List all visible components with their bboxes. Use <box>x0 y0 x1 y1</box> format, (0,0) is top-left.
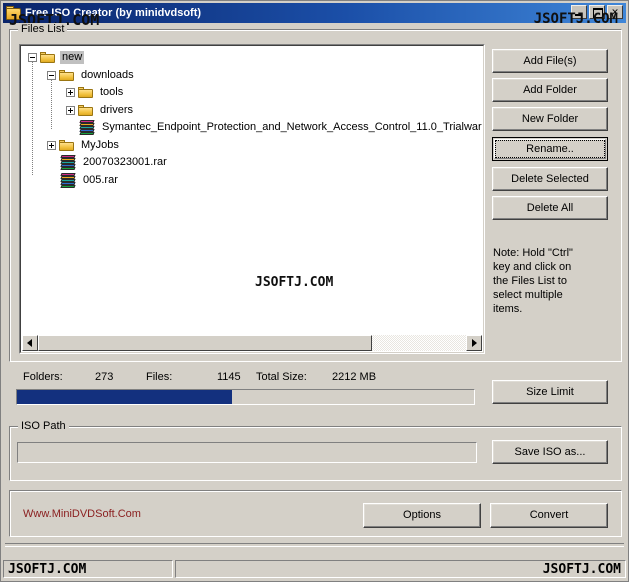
folder-icon <box>40 51 56 64</box>
iso-path-label: ISO Path <box>18 420 69 432</box>
delete-all-button[interactable]: Delete All <box>492 196 608 220</box>
application-window: Free ISO Creator (by minidvdsoft) ✕ JSOF… <box>0 0 629 582</box>
files-list-label: Files List <box>18 23 68 35</box>
tree-item[interactable]: drivers <box>66 102 135 119</box>
status-separator <box>5 543 624 547</box>
tree-connector-line <box>32 60 33 175</box>
save-iso-as-button[interactable]: Save ISO as... <box>492 440 608 464</box>
archive-rar-icon <box>79 120 96 135</box>
expand-plus-icon[interactable] <box>66 88 75 97</box>
folder-icon <box>78 104 94 117</box>
tree-item-label: Symantec_Endpoint_Protection_and_Network… <box>102 121 482 133</box>
tree-item-label: 20070323001.rar <box>83 156 167 168</box>
delete-selected-button[interactable]: Delete Selected <box>492 167 608 191</box>
status-panel-left: JSOFTJ.COM <box>3 560 173 578</box>
tree-item-label: downloads <box>81 68 134 81</box>
expand-plus-icon[interactable] <box>66 105 75 115</box>
minimize-button[interactable] <box>571 5 587 19</box>
tree-item-label: tools <box>100 86 124 98</box>
options-button[interactable]: Options <box>363 503 481 528</box>
folder-icon <box>78 86 94 99</box>
iso-path-input[interactable] <box>17 442 477 463</box>
total-size-label: Total Size: <box>256 371 307 383</box>
maximize-button[interactable] <box>589 5 605 19</box>
folders-label: Folders: <box>23 371 63 383</box>
tree-item[interactable]: new <box>28 49 85 66</box>
window-title: Free ISO Creator (by minidvdsoft) <box>25 7 202 19</box>
convert-button[interactable]: Convert <box>490 503 608 528</box>
tree-item[interactable]: 20070323001.rar <box>47 154 169 171</box>
rename-button-label: Rename.. <box>526 143 574 155</box>
scroll-right-arrow-icon[interactable] <box>466 335 482 351</box>
horizontal-scrollbar[interactable] <box>22 335 482 351</box>
scrollbar-track[interactable] <box>38 335 466 351</box>
size-progress-bar <box>16 389 475 405</box>
files-label: Files: <box>146 371 173 383</box>
archive-rar-icon <box>60 155 77 170</box>
rename-button[interactable]: Rename.. <box>492 137 608 161</box>
folder-icon <box>59 69 75 82</box>
folders-value: 273 <box>95 371 114 383</box>
minidvdsoft-website-link[interactable]: Www.MiniDVDSoft.Com <box>23 508 141 520</box>
expand-plus-icon[interactable] <box>47 140 56 150</box>
tree-connector-line <box>51 77 52 129</box>
size-progress-fill <box>17 390 232 404</box>
tree-item[interactable]: 005.rar <box>47 172 120 189</box>
tree-item-label: new <box>60 51 85 64</box>
total-size-value: 2212 MB <box>332 371 377 383</box>
status-bar: JSOFTJ.COM JSOFTJ.COM <box>3 559 626 579</box>
tree-item[interactable]: MyJobs <box>47 137 121 154</box>
tree-item-label: drivers <box>100 103 134 116</box>
window-controls: ✕ <box>571 5 623 19</box>
files-tree-view[interactable]: new downloads tools drivers Symantec_Endpoin… <box>19 44 485 354</box>
new-folder-button[interactable]: New Folder <box>492 107 608 131</box>
files-value: 1145 <box>217 371 241 383</box>
size-limit-button[interactable]: Size Limit <box>492 380 608 404</box>
app-folder-disc-icon <box>5 6 21 20</box>
tree-item-label: 005.rar <box>83 173 118 186</box>
tree-item[interactable]: downloads <box>47 67 136 84</box>
files-tree-area[interactable]: new downloads tools drivers Symantec_Endpoin… <box>22 47 482 335</box>
tree-item[interactable]: Symantec_Endpoint_Protection_and_Network… <box>66 119 482 136</box>
title-bar: Free ISO Creator (by minidvdsoft) ✕ <box>3 3 626 23</box>
close-glyph: ✕ <box>611 7 619 17</box>
status-panel-right: JSOFTJ.COM <box>175 560 626 578</box>
collapse-minus-icon[interactable] <box>47 70 56 80</box>
archive-rar-icon <box>60 172 77 188</box>
collapse-minus-icon[interactable] <box>28 53 37 62</box>
folder-icon <box>59 139 75 152</box>
tree-item-label: MyJobs <box>81 138 119 151</box>
scrollbar-thumb[interactable] <box>38 335 372 351</box>
add-folder-button[interactable]: Add Folder <box>492 78 608 102</box>
scroll-left-arrow-icon[interactable] <box>22 335 38 351</box>
add-files-button[interactable]: Add File(s) <box>492 49 608 73</box>
close-icon[interactable]: ✕ <box>607 5 623 19</box>
tree-item[interactable]: tools <box>66 84 125 101</box>
ctrl-multiselect-note: Note: Hold "Ctrl" key and click on the F… <box>493 247 573 315</box>
